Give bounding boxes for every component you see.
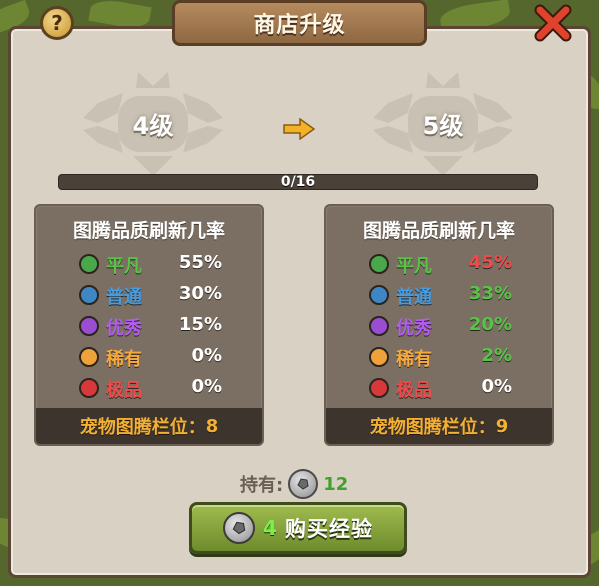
quality-row: 普通 33% xyxy=(326,281,552,309)
quality-rate: 2% xyxy=(481,345,512,366)
quality-rate: 30% xyxy=(178,283,222,304)
quality-name: 极品 xyxy=(396,380,432,401)
current-level-emblem: 4级 xyxy=(78,68,228,178)
quality-name: 平凡 xyxy=(396,256,432,277)
holdings: 持有: 12 xyxy=(240,469,349,499)
slot-value: 9 xyxy=(495,415,509,437)
holdings-label: 持有: xyxy=(240,475,284,496)
close-button[interactable] xyxy=(532,2,574,44)
next-level-emblem: 5级 xyxy=(368,68,518,178)
current-quality-card: 图腾品质刷新几率 平凡 55% 普通 30% 优秀 15% 稀有 0% 极品 0% 宠物图腾栏位：… xyxy=(34,204,264,446)
buy-cost: 4 xyxy=(263,516,277,540)
next-quality-card: 图腾品质刷新几率 平凡 45% 普通 33% 优秀 20% 稀有 2% 极品 0% 宠物图腾栏位：… xyxy=(324,204,554,446)
quality-dot-icon xyxy=(79,378,99,398)
quality-name: 普通 xyxy=(396,287,432,308)
arrow-right-icon xyxy=(283,118,316,140)
card-title: 图腾品质刷新几率 xyxy=(72,220,225,242)
stone-coin-icon xyxy=(288,469,319,499)
quality-dot-icon xyxy=(369,347,389,367)
quality-rate: 15% xyxy=(178,314,222,335)
quality-dot-icon xyxy=(369,378,389,398)
quality-dot-icon xyxy=(369,316,389,336)
stone-coin-icon xyxy=(223,512,256,544)
quality-name: 稀有 xyxy=(106,349,142,370)
buy-experience-button[interactable]: 4 购买经验 xyxy=(189,502,407,554)
help-button[interactable]: ? xyxy=(40,6,74,40)
experience-progress-bar: 0/16 xyxy=(58,174,538,190)
quality-dot-icon xyxy=(79,347,99,367)
title-plate: 商店升级 xyxy=(172,0,427,46)
quality-rate: 0% xyxy=(191,345,222,366)
quality-name: 优秀 xyxy=(396,318,432,339)
quality-name: 优秀 xyxy=(106,318,142,339)
close-x-icon xyxy=(534,4,572,42)
quality-row: 稀有 2% xyxy=(326,343,552,371)
quality-row: 稀有 0% xyxy=(36,343,262,371)
quality-row: 优秀 15% xyxy=(36,312,262,340)
quality-dot-icon xyxy=(79,254,99,274)
totem-slot-footer: 宠物图腾栏位： 8 xyxy=(36,408,262,444)
question-mark-icon: ? xyxy=(51,11,63,35)
quality-row: 平凡 45% xyxy=(326,250,552,278)
quality-rate: 33% xyxy=(468,283,512,304)
quality-name: 平凡 xyxy=(106,256,142,277)
progress-text: 0/16 xyxy=(280,174,316,190)
quality-row: 极品 0% xyxy=(326,374,552,402)
quality-name: 普通 xyxy=(106,287,142,308)
quality-rate: 45% xyxy=(468,252,512,273)
current-level-text: 4级 xyxy=(132,111,174,140)
quality-rate: 55% xyxy=(178,252,222,273)
quality-row: 平凡 55% xyxy=(36,250,262,278)
holdings-value: 12 xyxy=(323,473,349,495)
slot-label: 宠物图腾栏位： xyxy=(79,417,206,438)
quality-row: 普通 30% xyxy=(36,281,262,309)
slot-value: 8 xyxy=(205,415,219,437)
quality-name: 极品 xyxy=(106,380,142,401)
quality-dot-icon xyxy=(79,316,99,336)
quality-dot-icon xyxy=(369,254,389,274)
quality-dot-icon xyxy=(79,285,99,305)
quality-row: 优秀 20% xyxy=(326,312,552,340)
totem-slot-footer: 宠物图腾栏位： 9 xyxy=(326,408,552,444)
page-title: 商店升级 xyxy=(253,13,346,38)
quality-rate: 0% xyxy=(481,376,512,397)
next-level-text: 5级 xyxy=(422,111,464,140)
quality-rate: 20% xyxy=(468,314,512,335)
quality-name: 稀有 xyxy=(396,349,432,370)
quality-rate: 0% xyxy=(191,376,222,397)
quality-row: 极品 0% xyxy=(36,374,262,402)
quality-dot-icon xyxy=(369,285,389,305)
card-title: 图腾品质刷新几率 xyxy=(362,220,515,242)
buy-label: 购买经验 xyxy=(284,517,373,541)
slot-label: 宠物图腾栏位： xyxy=(369,417,496,438)
